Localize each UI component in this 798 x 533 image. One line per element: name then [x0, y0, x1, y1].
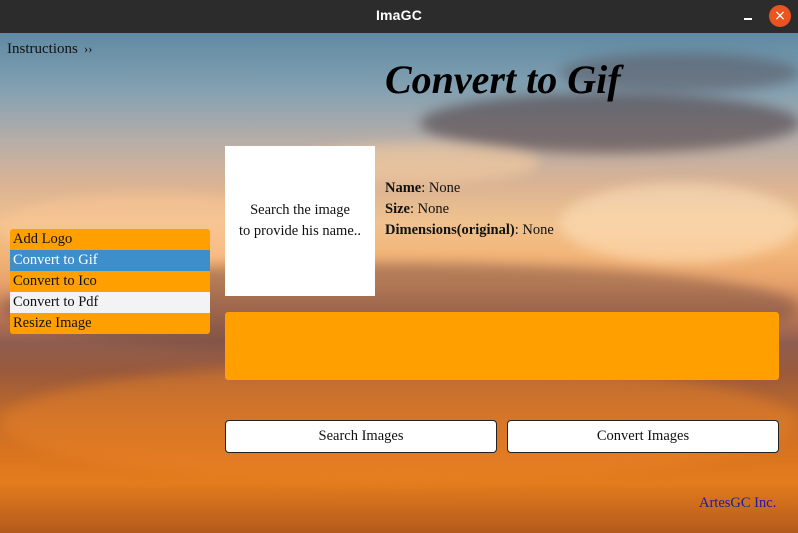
info-name-value: : None [421, 180, 461, 196]
title-bar: ImaGC × [0, 0, 798, 33]
sidebar-menu: Add Logo Convert to Gif Convert to Ico C… [10, 229, 210, 334]
menu-item-convert-to-pdf[interactable]: Convert to Pdf [10, 292, 210, 313]
menu-item-convert-to-gif[interactable]: Convert to Gif [10, 250, 210, 271]
menu-item-convert-to-ico[interactable]: Convert to Ico [10, 271, 210, 292]
minimize-icon[interactable] [740, 9, 756, 25]
info-dimensions-value: : None [514, 222, 554, 238]
info-size-label: Size [385, 201, 410, 217]
instructions-label: Instructions [7, 41, 78, 57]
search-images-button[interactable]: Search Images [225, 420, 497, 453]
menu-item-add-logo[interactable]: Add Logo [10, 229, 210, 250]
progress-bar [225, 312, 779, 380]
image-info: Name: None Size: None Dimensions(origina… [385, 178, 554, 241]
info-size: Size: None [385, 199, 554, 220]
instructions-link[interactable]: Instructions ›› [7, 41, 93, 58]
footer-credit[interactable]: ArtesGC Inc. [699, 495, 776, 512]
info-name-label: Name [385, 180, 422, 196]
preview-text-line1: Search the image [250, 202, 350, 218]
menu-item-resize-image[interactable]: Resize Image [10, 313, 210, 334]
info-size-value: : None [409, 201, 450, 217]
page-title: Convert to Gif [385, 57, 621, 102]
convert-images-button[interactable]: Convert Images [507, 420, 779, 453]
info-dimensions: Dimensions(original): None [385, 220, 554, 241]
image-preview: Search the image to provide his name.. [225, 146, 375, 296]
info-dimensions-label: Dimensions(original) [385, 222, 515, 238]
window-title: ImaGC [375, 7, 423, 23]
info-name: Name: None [385, 178, 554, 199]
preview-text-line2: to provide his name.. [238, 223, 362, 239]
close-icon[interactable]: × [769, 5, 791, 27]
chevron-right-icon: ›› [83, 41, 93, 56]
